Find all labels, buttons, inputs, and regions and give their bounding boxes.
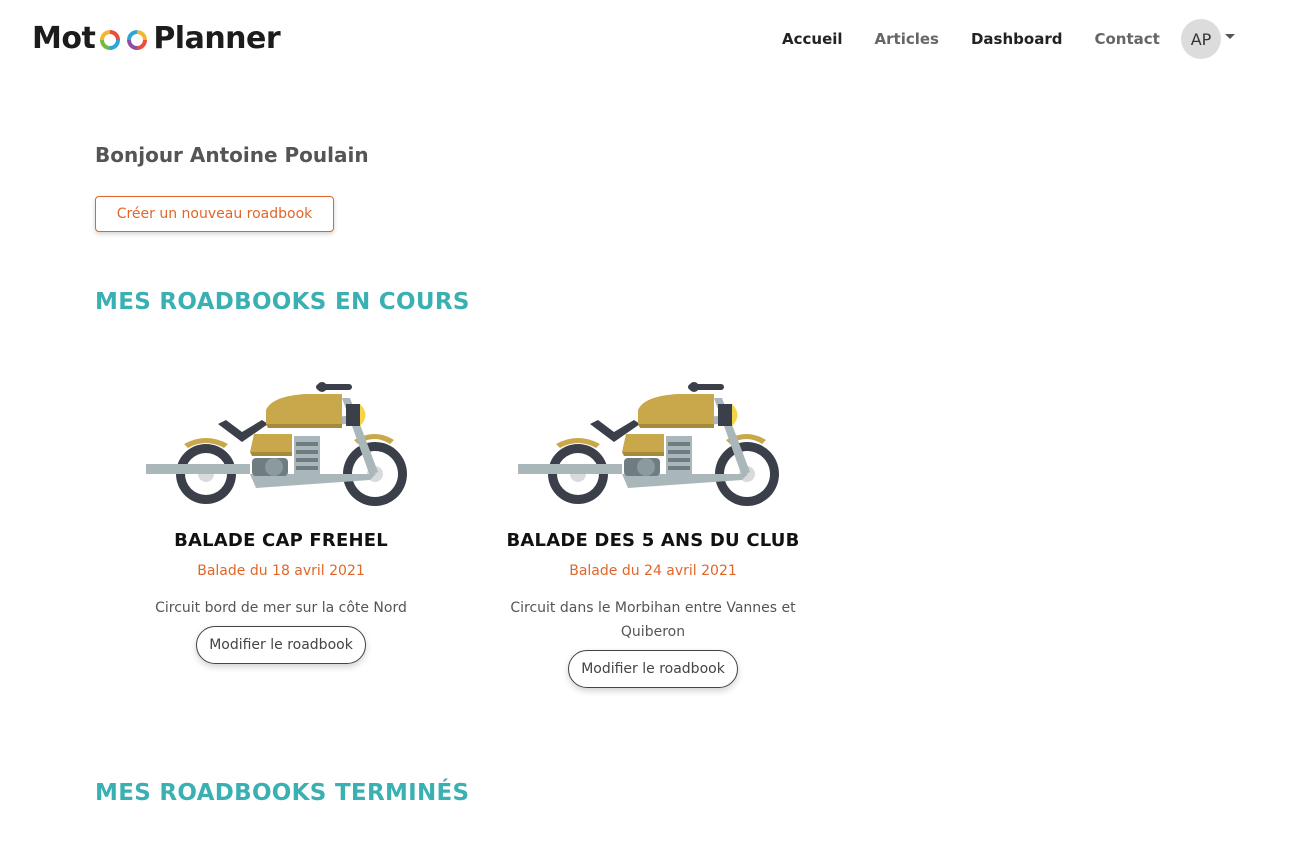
section-title-current: MES ROADBOOKS EN COURS [95,289,470,315]
brand-wheels-icon [100,30,148,50]
roadbook-date: Balade du 24 avril 2021 [569,563,737,579]
roadbook-title: BALADE CAP FREHEL [174,530,388,551]
section-title-done: MES ROADBOOKS TERMINÉS [95,780,470,806]
nav-accueil[interactable]: Accueil [782,28,843,50]
create-roadbook-button[interactable]: Créer un nouveau roadbook [95,196,334,232]
user-menu-toggle[interactable]: AP [1181,19,1235,59]
caret-down-icon [1225,33,1235,39]
main-nav: Accueil Articles Dashboard Contact [782,28,1192,50]
navbar: Mot Planner Accueil Articles Dashboard C… [0,0,1315,78]
nav-articles[interactable]: Articles [875,28,939,50]
nav-dashboard[interactable]: Dashboard [971,28,1062,50]
avatar: AP [1181,19,1221,59]
edit-roadbook-button[interactable]: Modifier le roadbook [196,626,366,664]
roadbook-description: Circuit bord de mer sur la côte Nord [155,600,407,616]
roadbook-date: Balade du 18 avril 2021 [197,563,365,579]
brand-logo[interactable]: Mot Planner [32,20,281,56]
motorcycle-icon [518,382,779,506]
edit-roadbook-button[interactable]: Modifier le roadbook [568,650,738,688]
roadbook-title: BALADE DES 5 ANS DU CLUB [506,530,800,551]
motorcycle-icon [146,382,407,506]
roadbook-card: BALADE DES 5 ANS DU CLUB Balade du 24 av… [478,380,828,688]
roadbook-description: Circuit dans le Morbihan entre Vannes et… [510,600,796,640]
nav-contact[interactable]: Contact [1094,28,1159,50]
roadbook-card: BALADE CAP FREHEL Balade du 18 avril 202… [106,380,456,664]
brand-prefix: Mot [32,20,96,56]
greeting-heading: Bonjour Antoine Poulain [95,143,369,167]
brand-suffix: Planner [153,20,281,56]
